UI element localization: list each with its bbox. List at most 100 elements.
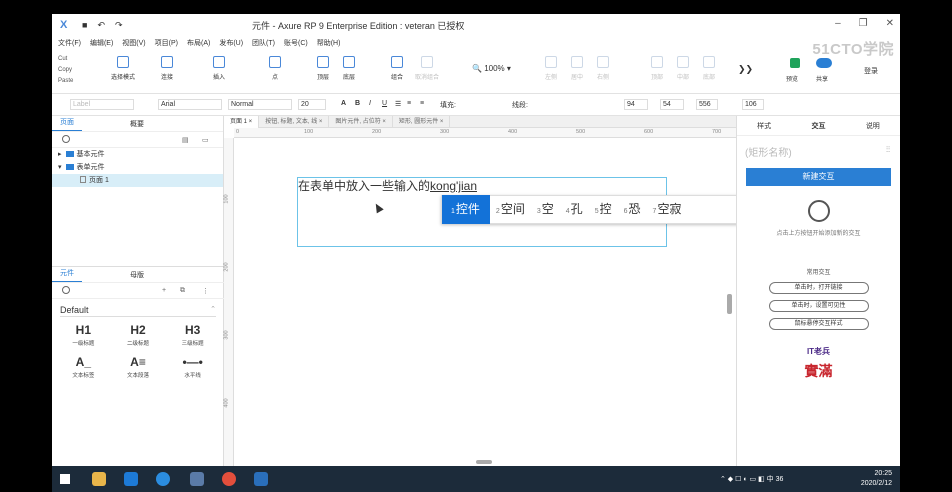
canvas-tab[interactable]: 页面 1 × xyxy=(224,116,260,128)
ime-candidate[interactable]: 2空间 xyxy=(490,195,531,224)
ime-candidate[interactable]: 4孔 xyxy=(560,195,589,224)
widget-item[interactable]: H1 一级标题 xyxy=(56,323,111,347)
close-icon[interactable]: × xyxy=(317,119,323,125)
axure-task-icon[interactable] xyxy=(254,472,268,486)
tool-button[interactable]: 取消组合 xyxy=(412,56,442,81)
canvas-area[interactable]: 页面 1 × 按钮, 标题, 文本, 线 × 图片元件, 占位符 × 矩形, 圆形元件… xyxy=(224,116,786,466)
tool-button[interactable]: 底层 xyxy=(334,56,364,81)
tab-notes[interactable]: 说明 xyxy=(866,121,880,131)
font-weight-select[interactable]: Normal xyxy=(228,99,292,110)
more-tools-icon[interactable]: ❯❯ xyxy=(738,64,753,75)
edge-icon[interactable] xyxy=(124,472,138,486)
library-options-icon[interactable]: ⧉ xyxy=(180,287,185,295)
close-icon[interactable]: × xyxy=(438,119,444,125)
underline-icon[interactable]: U xyxy=(382,100,387,107)
text-color-icon[interactable]: A xyxy=(341,100,346,107)
redo-icon[interactable]: ↷ xyxy=(115,20,123,31)
font-size-select[interactable]: 20 xyxy=(298,99,326,110)
widget-item[interactable]: A_ 文本标签 xyxy=(56,355,111,379)
share-icon[interactable] xyxy=(816,58,832,68)
list-icon[interactable]: ☰ xyxy=(395,100,401,108)
tray-icons[interactable]: ⌃ ◆ ☐ ◐ ▭ ◧ xyxy=(720,476,767,483)
ime-candidate[interactable]: 3空 xyxy=(531,195,560,224)
tab-pages[interactable]: 页面 xyxy=(52,116,82,131)
italic-icon[interactable]: I xyxy=(369,100,371,107)
clipboard-paste[interactable]: Paste xyxy=(58,76,73,87)
tool-button[interactable]: 连接 xyxy=(152,56,182,81)
vertical-scrollbar[interactable] xyxy=(727,294,732,314)
ime-candidate[interactable]: 6恐 xyxy=(618,195,647,224)
close-icon[interactable]: × xyxy=(381,119,386,125)
menu-item[interactable]: 帮助(H) xyxy=(317,38,341,48)
notification-badge[interactable]: 36 xyxy=(776,476,784,483)
shape-name-field[interactable]: (矩形名称) ⫶⫶ xyxy=(745,144,892,159)
close-icon[interactable]: ✕ xyxy=(886,18,894,29)
font-select[interactable]: Arial xyxy=(158,99,222,110)
more-icon[interactable]: ⋮ xyxy=(202,287,209,295)
add-folder-icon[interactable]: ▭ xyxy=(202,136,209,144)
widget-item[interactable]: H2 二级标题 xyxy=(111,323,166,347)
tool-button[interactable]: 选择模式 xyxy=(108,56,138,81)
canvas-tab[interactable]: 矩形, 圆形元件 × xyxy=(393,116,451,128)
ime-candidate[interactable]: 5控 xyxy=(589,195,618,224)
menu-item[interactable]: 文件(F) xyxy=(58,38,81,48)
horizontal-scrollbar[interactable] xyxy=(476,460,492,464)
login-button[interactable]: 登录 xyxy=(864,66,878,76)
menu-item[interactable]: 布局(A) xyxy=(187,38,210,48)
menu-item[interactable]: 团队(T) xyxy=(252,38,275,48)
tab-outline[interactable]: 概要 xyxy=(122,119,152,129)
valign-icon[interactable]: ≡ xyxy=(420,100,424,107)
tool-button[interactable]: 插入 xyxy=(204,56,234,81)
clipboard-copy[interactable]: Copy xyxy=(58,65,73,76)
maximize-icon[interactable]: ❐ xyxy=(859,18,868,29)
app-icon[interactable] xyxy=(190,472,204,486)
search-icon[interactable] xyxy=(62,135,70,143)
menu-item[interactable]: 发布(U) xyxy=(219,38,243,48)
menu-item[interactable]: 视图(V) xyxy=(122,38,145,48)
chrome-icon[interactable] xyxy=(222,472,236,486)
tree-page-1[interactable]: 页面 1 xyxy=(52,174,223,187)
widget-item[interactable]: A≡ 文本段落 xyxy=(111,355,166,379)
browser-icon[interactable] xyxy=(156,472,170,486)
menu-item[interactable]: 项目(P) xyxy=(155,38,178,48)
width-field[interactable]: 556 xyxy=(696,99,718,110)
add-page-icon[interactable]: ▤ xyxy=(182,136,189,144)
settings-icon[interactable]: ⫶⫶ xyxy=(886,145,890,155)
bold-icon[interactable]: B xyxy=(355,100,360,107)
style-select[interactable]: Label xyxy=(70,99,134,110)
zoom-select[interactable]: 🔍 100% ▾ xyxy=(472,64,511,73)
menu-item[interactable]: 账号(C) xyxy=(284,38,308,48)
widget-item[interactable]: H3 三级标题 xyxy=(165,323,220,347)
ime-candidate[interactable]: 7空寂 xyxy=(647,195,688,224)
common-interaction-hover-style[interactable]: 鼠标悬停交互样式 xyxy=(768,318,869,330)
ime-mode[interactable]: 中 xyxy=(767,476,774,483)
tool-button[interactable]: 组合 xyxy=(382,56,412,81)
tool-button[interactable]: 右侧 xyxy=(588,56,618,81)
add-library-icon[interactable]: + xyxy=(162,287,166,294)
undo-icon[interactable]: ↶ xyxy=(97,20,105,31)
y-field[interactable]: 54 xyxy=(660,99,684,110)
tree-folder-basic[interactable]: ▸ 基本元件 xyxy=(52,148,223,161)
windows-start-icon[interactable] xyxy=(60,474,70,484)
tool-button[interactable]: 底部 xyxy=(694,56,724,81)
tab-widgets[interactable]: 元件 xyxy=(52,267,82,282)
tab-style[interactable]: 样式 xyxy=(757,121,771,131)
tab-masters[interactable]: 母版 xyxy=(122,270,152,280)
canvas-tab[interactable]: 按钮, 标题, 文本, 线 × xyxy=(259,116,330,128)
tree-folder-form[interactable]: ▾ 表单元件 xyxy=(52,161,223,174)
file-explorer-icon[interactable] xyxy=(92,472,106,486)
new-interaction-button[interactable]: 新建交互 xyxy=(746,168,891,186)
clipboard-cut[interactable]: Cut xyxy=(58,54,73,65)
align-icon[interactable]: ≡ xyxy=(407,100,411,107)
tool-button[interactable]: 点 xyxy=(260,56,290,81)
widget-item[interactable]: •—• 水平线 xyxy=(165,355,220,379)
search-icon[interactable] xyxy=(62,286,70,294)
close-icon[interactable]: × xyxy=(247,119,253,125)
ime-candidate[interactable]: 1控件 xyxy=(442,195,490,224)
save-icon[interactable]: ■ xyxy=(82,20,87,30)
text-editor[interactable]: 在表单中放入一些输入的kong'jian xyxy=(298,177,477,194)
preview-icon[interactable] xyxy=(790,58,800,68)
height-field[interactable]: 106 xyxy=(742,99,764,110)
clock[interactable]: 20:25 2020/2/12 xyxy=(861,469,892,489)
common-interaction-set-visibility[interactable]: 单击时，设置可见性 xyxy=(768,300,869,312)
